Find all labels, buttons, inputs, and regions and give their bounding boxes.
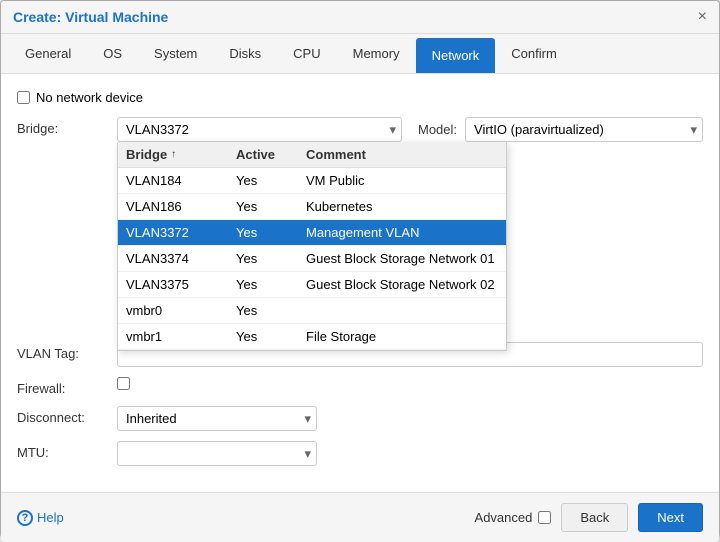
no-network-row: No network device bbox=[17, 90, 703, 105]
cell-active: Yes bbox=[228, 220, 298, 245]
mtu-field bbox=[117, 441, 703, 466]
footer-right: Advanced Back Next bbox=[475, 503, 703, 532]
disconnect-select-wrapper: Inherited bbox=[117, 406, 317, 431]
firewall-field bbox=[117, 377, 703, 393]
model-label: Model: bbox=[418, 122, 457, 137]
tab-disks[interactable]: Disks bbox=[213, 34, 277, 73]
mtu-row: MTU: bbox=[17, 441, 703, 466]
help-label: Help bbox=[37, 510, 64, 525]
tab-memory[interactable]: Memory bbox=[337, 34, 416, 73]
cell-bridge: VLAN186 bbox=[118, 194, 228, 219]
cell-comment: File Storage bbox=[298, 324, 506, 349]
cell-comment: Guest Block Storage Network 02 bbox=[298, 272, 506, 297]
tab-system[interactable]: System bbox=[138, 34, 213, 73]
footer: ? Help Advanced Back Next bbox=[1, 492, 719, 542]
dropdown-row[interactable]: VLAN3372 Yes Management VLAN bbox=[118, 220, 506, 246]
tab-bar: GeneralOSSystemDisksCPUMemoryNetworkConf… bbox=[1, 34, 719, 74]
bridge-col: VLAN3372 Bridge ↑ Active Comment bbox=[117, 117, 402, 142]
dropdown-header: Bridge ↑ Active Comment bbox=[118, 142, 506, 168]
cell-comment: VM Public bbox=[298, 168, 506, 193]
bridge-row: Bridge: VLAN3372 Bridge bbox=[17, 117, 703, 142]
cell-bridge: vmbr1 bbox=[118, 324, 228, 349]
dropdown-row[interactable]: VLAN3374 Yes Guest Block Storage Network… bbox=[118, 246, 506, 272]
bridge-dropdown: Bridge ↑ Active Comment VLAN184 Yes VM P… bbox=[117, 142, 507, 351]
vlan-tag-label: VLAN Tag: bbox=[17, 342, 117, 361]
dropdown-row[interactable]: vmbr0 Yes bbox=[118, 298, 506, 324]
cell-active: Yes bbox=[228, 272, 298, 297]
bridge-select-wrapper: VLAN3372 bbox=[117, 117, 402, 142]
dropdown-row[interactable]: vmbr1 Yes File Storage bbox=[118, 324, 506, 350]
tab-cpu[interactable]: CPU bbox=[277, 34, 336, 73]
cell-comment: Management VLAN bbox=[298, 220, 506, 245]
model-select-wrapper: VirtIO (paravirtualized) bbox=[465, 117, 703, 142]
col-bridge-header[interactable]: Bridge ↑ bbox=[118, 142, 228, 167]
footer-left: ? Help bbox=[17, 510, 64, 526]
firewall-label: Firewall: bbox=[17, 377, 117, 396]
cell-bridge: VLAN3372 bbox=[118, 220, 228, 245]
disconnect-field: Inherited bbox=[117, 406, 703, 431]
dropdown-rows: VLAN184 Yes VM Public VLAN186 Yes Kubern… bbox=[118, 168, 506, 350]
tab-network[interactable]: Network bbox=[416, 38, 496, 73]
bridge-label: Bridge: bbox=[17, 117, 117, 136]
dialog-title: Create: Virtual Machine bbox=[13, 9, 168, 25]
bridge-select[interactable]: VLAN3372 bbox=[117, 117, 402, 142]
cell-comment: Kubernetes bbox=[298, 194, 506, 219]
dropdown-row[interactable]: VLAN3375 Yes Guest Block Storage Network… bbox=[118, 272, 506, 298]
col-active-header: Active bbox=[228, 142, 298, 167]
cell-active: Yes bbox=[228, 194, 298, 219]
network-content: No network device Bridge: VLAN3372 bbox=[1, 74, 719, 492]
cell-bridge: vmbr0 bbox=[118, 298, 228, 323]
sort-arrow: ↑ bbox=[171, 149, 176, 160]
firewall-row: Firewall: bbox=[17, 377, 703, 396]
back-button[interactable]: Back bbox=[561, 503, 628, 532]
tab-general[interactable]: General bbox=[9, 34, 87, 73]
help-icon: ? bbox=[17, 510, 33, 526]
cell-bridge: VLAN184 bbox=[118, 168, 228, 193]
model-col: Model: VirtIO (paravirtualized) bbox=[418, 117, 703, 142]
cell-bridge: VLAN3375 bbox=[118, 272, 228, 297]
disconnect-select[interactable]: Inherited bbox=[117, 406, 317, 431]
title-bar: Create: Virtual Machine × bbox=[1, 1, 719, 34]
cell-bridge: VLAN3374 bbox=[118, 246, 228, 271]
next-button[interactable]: Next bbox=[638, 503, 703, 532]
cell-active: Yes bbox=[228, 168, 298, 193]
dropdown-row[interactable]: VLAN184 Yes VM Public bbox=[118, 168, 506, 194]
mtu-select-wrapper bbox=[117, 441, 317, 466]
cell-active: Yes bbox=[228, 298, 298, 323]
cell-comment bbox=[298, 298, 506, 323]
disconnect-row: Disconnect: Inherited bbox=[17, 406, 703, 431]
bridge-field: VLAN3372 Bridge ↑ Active Comment bbox=[117, 117, 703, 142]
cell-comment: Guest Block Storage Network 01 bbox=[298, 246, 506, 271]
help-button[interactable]: ? Help bbox=[17, 510, 64, 526]
dropdown-row[interactable]: VLAN186 Yes Kubernetes bbox=[118, 194, 506, 220]
cell-active: Yes bbox=[228, 246, 298, 271]
mtu-label: MTU: bbox=[17, 441, 117, 460]
advanced-checkbox[interactable] bbox=[538, 511, 551, 524]
advanced-row: Advanced bbox=[475, 510, 552, 525]
bridge-model-row: VLAN3372 Bridge ↑ Active Comment bbox=[117, 117, 703, 142]
close-button[interactable]: × bbox=[698, 9, 707, 25]
no-network-checkbox[interactable] bbox=[17, 91, 30, 104]
disconnect-label: Disconnect: bbox=[17, 406, 117, 425]
no-network-label: No network device bbox=[36, 90, 143, 105]
cell-active: Yes bbox=[228, 324, 298, 349]
firewall-checkbox[interactable] bbox=[117, 377, 130, 390]
tab-os[interactable]: OS bbox=[87, 34, 138, 73]
advanced-label: Advanced bbox=[475, 510, 533, 525]
create-vm-dialog: Create: Virtual Machine × GeneralOSSyste… bbox=[0, 0, 720, 538]
col-comment-header: Comment bbox=[298, 142, 506, 167]
model-select[interactable]: VirtIO (paravirtualized) bbox=[465, 117, 703, 142]
tab-confirm[interactable]: Confirm bbox=[495, 34, 573, 73]
mtu-select[interactable] bbox=[117, 441, 317, 466]
